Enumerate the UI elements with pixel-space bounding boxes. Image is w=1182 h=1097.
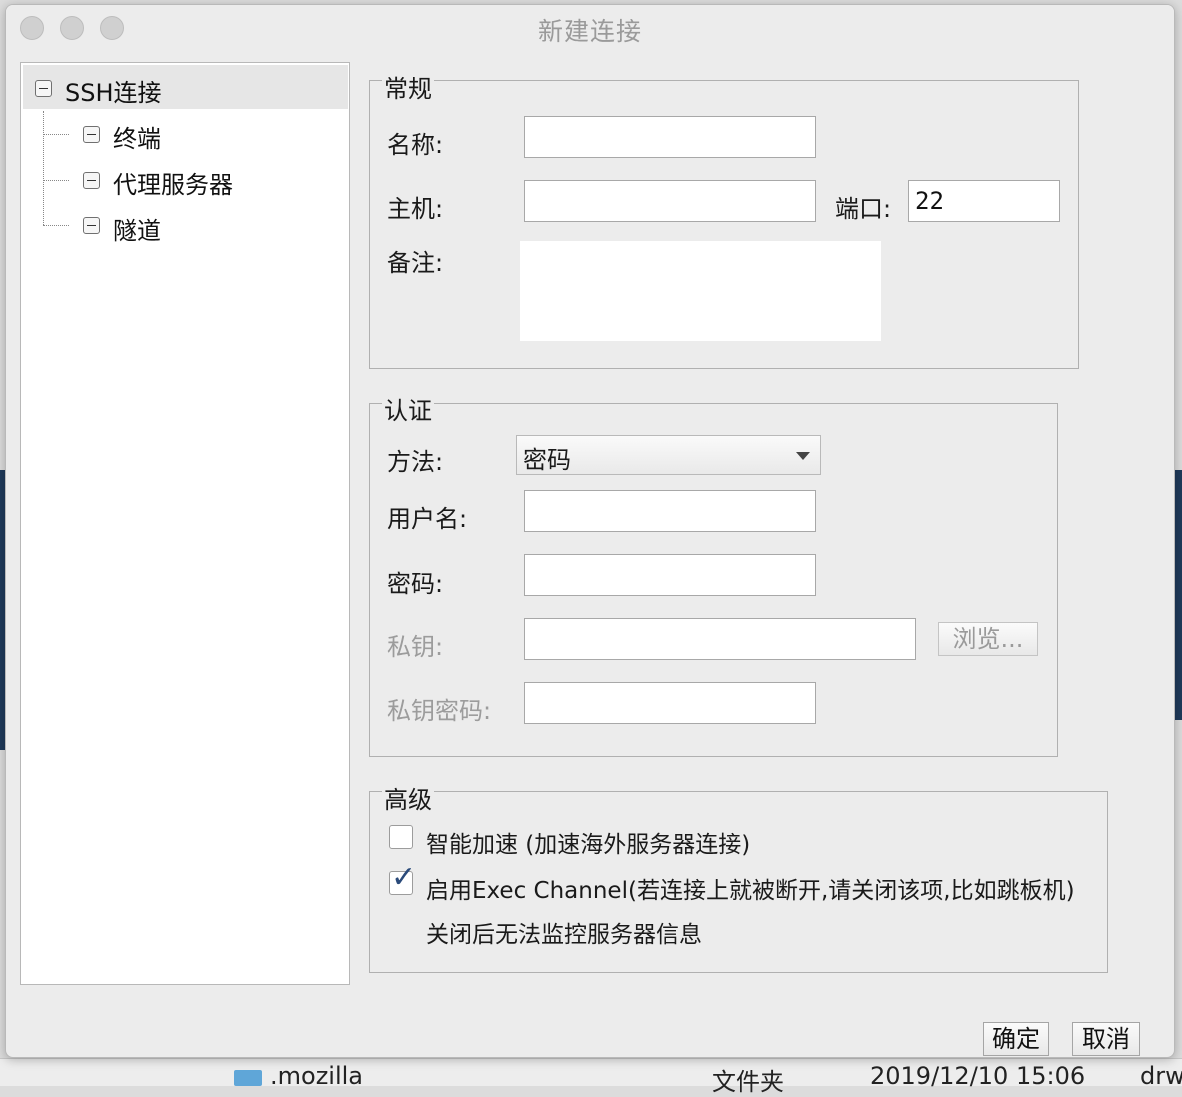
smart-accel-checkbox[interactable] bbox=[389, 825, 413, 849]
tree-item-terminal[interactable]: 终端 bbox=[113, 119, 161, 154]
host-label: 主机: bbox=[387, 195, 444, 223]
private-key-input[interactable] bbox=[524, 618, 916, 660]
checkmark-icon: ✓ bbox=[391, 860, 417, 895]
background-folder-type: 文件夹 bbox=[712, 1068, 784, 1096]
method-label: 方法: bbox=[387, 448, 444, 476]
tree-item-tunnel[interactable]: 隧道 bbox=[113, 211, 161, 246]
username-label: 用户名: bbox=[387, 505, 468, 533]
new-connection-dialog: 新建连接 SSH连接 终端 代理服务器 隧道 常规 名称: 主机: 端口: 备注… bbox=[5, 4, 1175, 1058]
collapse-icon[interactable] bbox=[35, 80, 52, 97]
collapse-icon[interactable] bbox=[83, 172, 100, 189]
username-input[interactable] bbox=[524, 490, 816, 532]
tree-connector bbox=[43, 134, 69, 135]
name-input[interactable] bbox=[524, 116, 816, 158]
note-label: 备注: bbox=[387, 249, 444, 277]
method-select-value: 密码 bbox=[523, 446, 571, 474]
tree-item-ssh-label: SSH连接 bbox=[65, 79, 162, 107]
title-bar: 新建连接 bbox=[6, 5, 1174, 49]
general-group-title: 常规 bbox=[382, 69, 434, 104]
tree-connector bbox=[43, 225, 69, 226]
host-input[interactable] bbox=[524, 180, 816, 222]
smart-accel-label[interactable]: 智能加速 (加速海外服务器连接) bbox=[426, 825, 750, 859]
note-textarea[interactable] bbox=[520, 241, 881, 341]
port-input[interactable] bbox=[908, 180, 1060, 222]
port-label: 端口: bbox=[835, 195, 892, 223]
auth-group-title: 认证 bbox=[382, 391, 434, 426]
cancel-button[interactable]: 取消 bbox=[1072, 1022, 1140, 1056]
settings-tree: SSH连接 终端 代理服务器 隧道 bbox=[20, 62, 350, 985]
key-passphrase-input[interactable] bbox=[524, 682, 816, 724]
collapse-icon[interactable] bbox=[83, 217, 100, 234]
background-panel-right bbox=[1174, 470, 1182, 720]
chevron-down-icon bbox=[796, 452, 810, 460]
tree-connector bbox=[43, 111, 44, 225]
folder-icon bbox=[234, 1070, 262, 1086]
exec-channel-label[interactable]: 启用Exec Channel(若连接上就被断开,请关闭该项,比如跳板机) bbox=[426, 871, 1075, 905]
exec-channel-checkbox[interactable]: ✓ bbox=[389, 863, 416, 895]
password-input[interactable] bbox=[524, 554, 816, 596]
tree-connector bbox=[43, 180, 69, 181]
window-title: 新建连接 bbox=[537, 17, 642, 46]
name-label: 名称: bbox=[387, 131, 444, 159]
collapse-icon[interactable] bbox=[83, 126, 100, 143]
exec-channel-note: 关闭后无法监控服务器信息 bbox=[426, 922, 702, 948]
key-passphrase-label: 私钥密码: bbox=[387, 697, 492, 725]
browse-button[interactable]: 浏览... bbox=[938, 622, 1038, 656]
tree-item-proxy[interactable]: 代理服务器 bbox=[113, 165, 233, 200]
ok-button[interactable]: 确定 bbox=[983, 1022, 1049, 1056]
password-label: 密码: bbox=[387, 570, 444, 598]
method-select[interactable]: 密码 bbox=[516, 435, 821, 475]
private-key-label: 私钥: bbox=[387, 633, 444, 661]
advanced-group-title: 高级 bbox=[382, 780, 434, 815]
